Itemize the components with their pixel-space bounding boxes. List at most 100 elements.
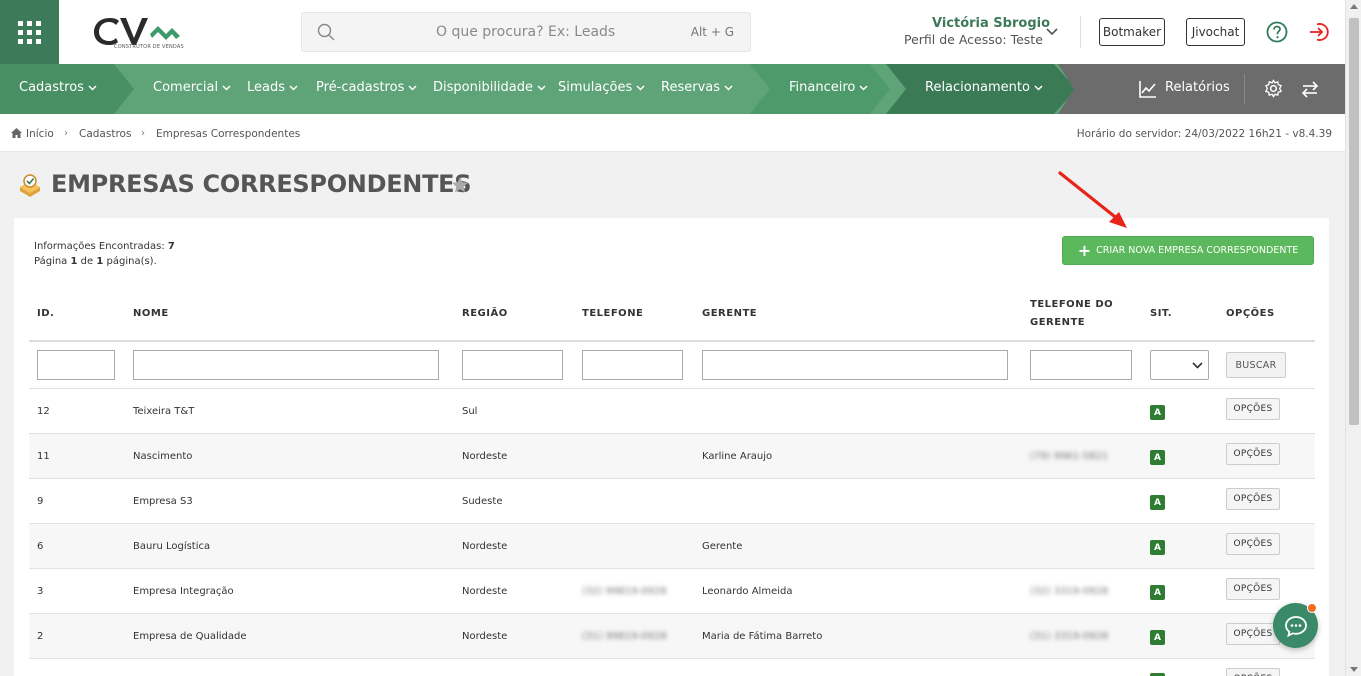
logout-icon[interactable] — [1308, 21, 1330, 43]
jivochat-button[interactable]: Jivochat — [1186, 18, 1245, 46]
page-total: 1 — [96, 256, 104, 267]
row-options-button[interactable]: OPÇÕES — [1226, 623, 1280, 645]
row-options-button[interactable]: OPÇÕES — [1226, 398, 1280, 420]
filter-telefone-input[interactable] — [582, 350, 683, 380]
server-time: Horário do servidor: 24/03/2022 16h21 - … — [1076, 128, 1332, 140]
nav-relatorios[interactable]: Relatórios — [1165, 80, 1230, 95]
breadcrumb-cadastros[interactable]: Cadastros — [79, 128, 131, 140]
page-title: EMPRESAS CORRESPONDENTES — [51, 170, 472, 198]
column-header-telefone[interactable]: TELEFONE — [582, 305, 643, 323]
scroll-down-arrow[interactable] — [1350, 667, 1358, 672]
create-button-label: CRIAR NOVA EMPRESA CORRESPONDENTE — [1096, 245, 1299, 256]
annotation-arrow — [1058, 171, 1127, 228]
botmaker-button[interactable]: Botmaker — [1099, 18, 1165, 46]
chevron-down-icon — [636, 84, 645, 91]
status-badge: A — [1150, 630, 1165, 645]
filter-gerente-input[interactable] — [702, 350, 1008, 380]
user-profile[interactable]: Perfil de Acesso: Teste — [904, 32, 1043, 47]
status-badge: A — [1150, 495, 1165, 510]
nav-relacionamento[interactable]: Relacionamento — [925, 80, 1043, 95]
status-badge: A — [1150, 450, 1165, 465]
cell-id: 6 — [37, 541, 44, 552]
search-button[interactable]: BUSCAR — [1226, 352, 1286, 378]
row-options-button[interactable]: OPÇÕES — [1226, 533, 1280, 555]
nav-label: Simulações — [558, 80, 633, 95]
apps-menu-button[interactable] — [0, 0, 59, 64]
nav-label: Reservas — [661, 80, 720, 95]
chevron-down-icon — [859, 84, 868, 91]
main-nav: Cadastros Comercial Leads Pré-cadastros … — [0, 64, 1345, 114]
global-search[interactable]: O que procura? Ex: Leads Alt + G — [301, 12, 751, 52]
filter-nome-input[interactable] — [133, 350, 439, 380]
nav-reservas[interactable]: Reservas — [661, 80, 733, 95]
scroll-thumb[interactable] — [1349, 18, 1359, 425]
help-icon[interactable] — [1266, 21, 1288, 43]
chevron-down-icon — [222, 84, 231, 91]
swap-icon[interactable] — [1301, 80, 1319, 98]
table-row[interactable]: A OPÇÕES — [29, 658, 1315, 676]
column-header-gerente[interactable]: GERENTE — [702, 305, 757, 323]
table-row[interactable]: 11 Nascimento Nordeste Karline Araujo (7… — [29, 433, 1315, 478]
chevron-down-icon — [724, 84, 733, 91]
create-company-button[interactable]: + CRIAR NOVA EMPRESA CORRESPONDENTE — [1062, 236, 1314, 265]
breadcrumb-home[interactable]: Início — [26, 128, 54, 140]
chevron-down-icon — [408, 84, 417, 91]
filter-situacao-select[interactable] — [1150, 350, 1209, 380]
nav-simulacoes[interactable]: Simulações — [558, 80, 645, 95]
cell-regiao: Nordeste — [462, 541, 508, 552]
scroll-up-arrow[interactable] — [1350, 4, 1358, 9]
row-options-button[interactable]: OPÇÕES — [1226, 443, 1280, 465]
cell-gerente: Karline Araujo — [702, 451, 773, 462]
chevron-down-icon[interactable] — [1046, 28, 1058, 36]
nav-label: Cadastros — [19, 80, 84, 95]
header-divider — [29, 340, 1315, 342]
nav-financeiro[interactable]: Financeiro — [789, 80, 868, 95]
nav-leads[interactable]: Leads — [247, 80, 298, 95]
table-row[interactable]: 9 Empresa S3 Sudeste A OPÇÕES — [29, 478, 1315, 523]
table-row[interactable]: 12 Teixeira T&T Sul A OPÇÕES — [29, 388, 1315, 433]
chart-line-icon[interactable] — [1139, 80, 1157, 98]
cell-telefone: (32) 99819-0928 — [582, 586, 667, 597]
filter-regiao-input[interactable] — [462, 350, 563, 380]
nav-label: Financeiro — [789, 80, 856, 95]
nav-comercial[interactable]: Comercial — [153, 80, 231, 95]
cell-id: 12 — [37, 406, 50, 417]
column-header-telefone-gerente[interactable]: TELEFONE DO GERENTE — [1030, 296, 1120, 332]
table-row[interactable]: 3 Empresa Integração Nordeste (32) 99819… — [29, 568, 1315, 613]
cell-gerente: Leonardo Almeida — [702, 586, 793, 597]
star-icon[interactable] — [451, 176, 469, 194]
chevron-down-icon — [1192, 362, 1203, 369]
plus-icon: + — [1077, 240, 1092, 260]
table-row[interactable]: 2 Empresa de Qualidade Nordeste (31) 998… — [29, 613, 1315, 658]
nav-disponibilidade[interactable]: Disponibilidade — [433, 80, 546, 95]
apps-grid-icon — [18, 20, 41, 44]
header-divider — [1080, 16, 1081, 48]
cell-nome: Empresa Integração — [133, 586, 234, 597]
building-icon — [20, 174, 40, 197]
row-options-button[interactable]: OPÇÕES — [1226, 488, 1280, 510]
column-header-regiao[interactable]: REGIÃO — [462, 305, 508, 323]
nav-pre-cadastros[interactable]: Pré-cadastros — [316, 80, 417, 95]
row-options-button[interactable]: OPÇÕES — [1226, 668, 1280, 676]
page-scrollbar[interactable] — [1345, 0, 1361, 676]
home-icon[interactable] — [11, 128, 22, 138]
column-header-nome[interactable]: NOME — [133, 305, 169, 323]
chat-notification-dot — [1307, 603, 1317, 613]
cell-id: 2 — [37, 631, 44, 642]
column-header-sit[interactable]: SIT. — [1150, 305, 1172, 323]
user-name[interactable]: Victória Sbrogio — [932, 16, 1050, 31]
nav-cadastros[interactable]: Cadastros — [19, 80, 97, 95]
breadcrumb: Início › Cadastros › Empresas Correspond… — [0, 114, 1345, 152]
cell-telefone: (31) 99819-0928 — [582, 631, 667, 642]
page-suffix: página(s). — [106, 256, 157, 267]
filter-id-input[interactable] — [37, 350, 115, 380]
table-row[interactable]: 6 Bauru Logística Nordeste Gerente A OPÇ… — [29, 523, 1315, 568]
column-header-id[interactable]: ID. — [37, 305, 54, 323]
gear-icon[interactable] — [1264, 79, 1283, 98]
filter-telefone-gerente-input[interactable] — [1030, 350, 1132, 380]
results-number: 7 — [167, 241, 175, 252]
cell-nome: Empresa S3 — [133, 496, 193, 507]
row-options-button[interactable]: OPÇÕES — [1226, 578, 1280, 600]
search-placeholder: O que procura? Ex: Leads — [436, 24, 616, 40]
status-badge: A — [1150, 585, 1165, 600]
